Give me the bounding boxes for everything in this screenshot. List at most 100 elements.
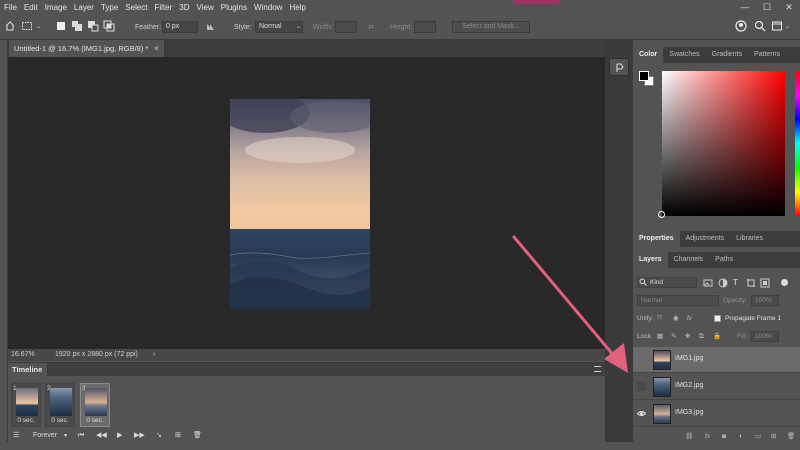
delete-layer-icon[interactable]: 🗑 — [787, 431, 795, 443]
tab-channels[interactable]: Channels — [668, 252, 710, 268]
hue-slider[interactable] — [795, 71, 800, 216]
timeline-frame-2[interactable]: 2 0 sec. — [45, 383, 75, 427]
filter-shape-icon[interactable] — [746, 278, 756, 288]
workspace-icon[interactable] — [771, 20, 783, 32]
user-account-icon[interactable] — [735, 20, 747, 32]
opacity-label: Opacity: — [723, 297, 747, 304]
layer-row-img1[interactable]: IMG1.jpg — [633, 347, 800, 373]
subtract-selection-icon[interactable] — [87, 20, 99, 32]
add-mask-icon[interactable]: ◙ — [722, 431, 726, 443]
anti-alias-icon[interactable] — [205, 20, 217, 32]
tab-swatches[interactable]: Swatches — [663, 47, 705, 63]
color-picker-cursor[interactable] — [658, 211, 665, 218]
document-tab[interactable]: Untitled-1 @ 16.7% (IMG1.jpg, RGB/8) * — [9, 40, 165, 57]
unify-visibility-icon[interactable]: ◉ — [673, 313, 679, 325]
first-frame-icon[interactable]: ⏮ — [78, 431, 84, 441]
lock-image-icon[interactable]: ✎ — [671, 331, 676, 343]
menu-image[interactable]: Image — [45, 0, 67, 15]
eye-icon[interactable] — [637, 409, 646, 418]
menu-file[interactable]: File — [4, 0, 17, 15]
frame-delay[interactable]: 0 sec. — [81, 417, 109, 424]
tween-icon[interactable]: ↘ — [156, 431, 162, 441]
tab-gradients[interactable]: Gradients — [706, 47, 748, 63]
frame-delay[interactable]: 0 sec. — [12, 417, 40, 424]
menu-plugins[interactable]: Plugins — [221, 0, 247, 15]
home-icon[interactable] — [4, 20, 16, 32]
layer-row-img3[interactable]: IMG3.jpg — [633, 401, 800, 427]
propagate-checkbox[interactable] — [714, 315, 721, 322]
document-size: 1920 px x 2880 px (72 ppi) — [55, 351, 138, 358]
duplicate-frame-icon[interactable]: ⊞ — [175, 431, 181, 441]
lock-position-icon[interactable]: ✥ — [685, 331, 690, 343]
layer-visibility-empty[interactable] — [637, 382, 646, 391]
unify-position-icon[interactable]: ⤧ — [657, 313, 662, 325]
foreground-color-swatch[interactable] — [639, 71, 649, 81]
convert-timeline-icon[interactable]: ☰ — [13, 431, 19, 441]
lock-artboard-icon[interactable]: ⧉ — [699, 331, 704, 343]
frame-delay[interactable]: 0 sec. — [46, 417, 74, 424]
next-frame-icon[interactable]: ▶▶ — [134, 431, 145, 441]
timeline-frame-1[interactable]: 1 0 sec. — [11, 383, 41, 427]
feather-input[interactable]: 0 px — [162, 21, 198, 33]
tool-preset-chevron-icon[interactable]: ⌄ — [36, 21, 41, 34]
zoom-level[interactable]: 16.67% — [11, 349, 35, 361]
select-and-mask-button[interactable]: Select and Mask... — [452, 21, 530, 33]
tab-patterns[interactable]: Patterns — [748, 47, 786, 63]
blend-mode-select[interactable]: Normal — [637, 295, 719, 306]
menu-view[interactable]: View — [197, 0, 214, 15]
filter-smart-object-icon[interactable] — [760, 278, 770, 288]
previous-frame-icon[interactable]: ◀◀ — [96, 431, 107, 441]
loop-chevron-icon[interactable]: ▾ — [64, 431, 67, 441]
unify-style-icon[interactable]: fx — [687, 313, 692, 325]
play-icon[interactable]: ▶ — [117, 431, 122, 441]
swap-dimensions-icon: ⇄ — [368, 24, 374, 31]
close-document-icon[interactable]: × — [154, 44, 159, 53]
intersect-selection-icon[interactable] — [103, 20, 115, 32]
layer-style-icon[interactable]: fx — [705, 431, 710, 443]
loop-select[interactable]: Forever — [33, 431, 57, 441]
tab-adjustments[interactable]: Adjustments — [680, 231, 731, 247]
rectangular-marquee-icon[interactable] — [21, 20, 33, 32]
tab-paths[interactable]: Paths — [709, 252, 739, 268]
close-window-button[interactable]: ✕ — [778, 0, 800, 15]
tab-color[interactable]: Color — [633, 47, 664, 63]
new-adjustment-icon[interactable]: ◐ — [739, 431, 743, 443]
delete-frame-icon[interactable]: 🗑 — [193, 431, 202, 441]
search-icon[interactable] — [754, 20, 766, 32]
filter-adjustment-icon[interactable] — [718, 278, 728, 288]
workspace-chevron-icon[interactable]: ⌄ — [785, 21, 790, 34]
timeline-frame-3[interactable]: 3 0 sec. — [80, 383, 110, 427]
menu-select[interactable]: Select — [125, 0, 147, 15]
title-accent-bar — [513, 0, 559, 4]
fill-input[interactable]: 100% — [751, 331, 779, 342]
layer-thumbnail — [653, 350, 671, 370]
new-layer-icon[interactable]: ⊞ — [771, 431, 776, 443]
new-selection-icon[interactable] — [55, 20, 67, 32]
status-menu-chevron-icon[interactable]: › — [153, 349, 155, 361]
menu-edit[interactable]: Edit — [24, 0, 38, 15]
layer-name: IMG3.jpg — [675, 409, 704, 416]
new-group-icon[interactable]: ▭ — [755, 431, 761, 443]
filter-type-icon[interactable]: T — [733, 277, 738, 289]
color-picker-field[interactable] — [662, 71, 785, 216]
menu-3d[interactable]: 3D — [179, 0, 189, 15]
add-to-selection-icon[interactable] — [71, 20, 83, 32]
tab-libraries[interactable]: Libraries — [730, 231, 769, 247]
document-image[interactable] — [230, 99, 370, 309]
lock-transparent-icon[interactable]: ▦ — [657, 331, 663, 343]
menu-filter[interactable]: Filter — [155, 0, 173, 15]
filter-pixel-icon[interactable] — [703, 278, 713, 288]
menu-type[interactable]: Type — [101, 0, 118, 15]
menu-layer[interactable]: Layer — [74, 0, 94, 15]
minimize-button[interactable]: — — [734, 0, 756, 15]
link-layers-icon[interactable]: ⛓ — [685, 431, 693, 443]
filter-toggle-icon[interactable] — [781, 279, 788, 286]
timeline-tab[interactable]: Timeline — [8, 363, 48, 376]
collapsed-panel-button[interactable] — [609, 58, 629, 76]
layer-row-img2[interactable]: IMG2.jpg — [633, 374, 800, 400]
menu-help[interactable]: Help — [289, 0, 305, 15]
maximize-button[interactable]: ☐ — [756, 0, 778, 15]
opacity-input[interactable]: 100% — [751, 295, 779, 306]
lock-all-icon[interactable]: 🔒 — [713, 331, 721, 343]
menu-window[interactable]: Window — [254, 0, 282, 15]
